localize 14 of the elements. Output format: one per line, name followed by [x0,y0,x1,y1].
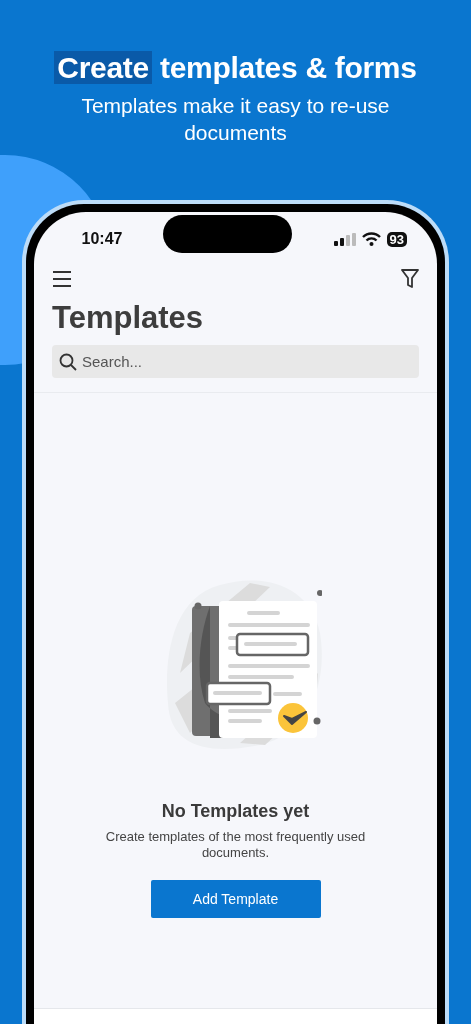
filter-icon[interactable] [401,269,419,289]
subtitle: Templates make it easy to re-use documents [80,93,391,146]
headline: Create templates & forms [54,50,417,86]
battery-level: 93 [386,231,407,247]
menu-icon[interactable] [52,270,72,288]
empty-state-title: No Templates yet [161,800,310,823]
empty-state-description: Create templates of the most frequently used documents. [105,829,366,861]
add-template-button[interactable]: Add Template [150,880,321,918]
wifi-icon [361,232,381,246]
signal-icon [333,232,356,246]
status-time: 10:47 [80,229,124,249]
search-icon [59,353,77,371]
search-field[interactable]: Search... [52,345,419,378]
page-title: Templates [51,299,205,337]
